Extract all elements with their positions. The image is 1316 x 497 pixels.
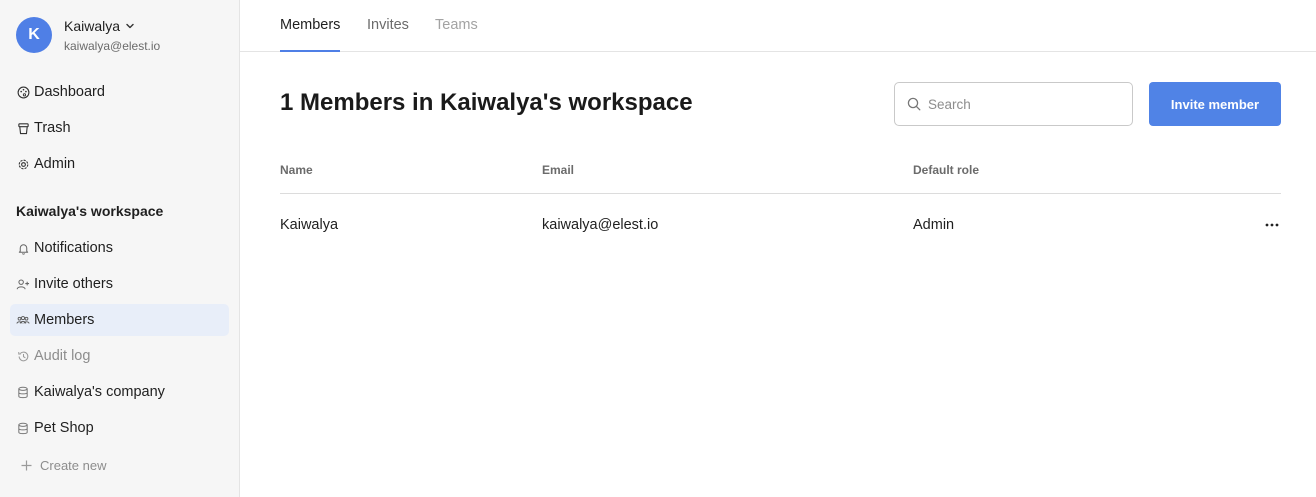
member-email: kaiwalya@elest.io	[542, 217, 659, 233]
tab-members[interactable]: Members	[280, 17, 341, 52]
nav-label: Admin	[34, 156, 76, 172]
more-options-icon[interactable]	[1263, 216, 1281, 234]
member-role: Admin	[913, 217, 955, 233]
profile-email: kaiwalya@elest.io	[64, 39, 161, 53]
chevron-down-icon	[126, 23, 134, 29]
history-icon	[16, 349, 30, 363]
column-header-name: Name	[280, 163, 313, 177]
nav-label: Trash	[34, 120, 71, 136]
nav-notifications[interactable]: Notifications	[10, 232, 229, 264]
profile-menu[interactable]: K Kaiwalya kaiwalya@elest.io	[16, 17, 160, 53]
invite-member-button[interactable]: Invite member	[1149, 82, 1281, 126]
search-icon	[907, 97, 921, 111]
main-content: Members Invites Teams 1 Members in Kaiwa…	[240, 0, 1316, 497]
avatar: K	[16, 17, 52, 53]
nav-label: Invite others	[34, 276, 113, 292]
nav-label: Notifications	[34, 240, 113, 256]
palette-icon	[16, 85, 30, 99]
nav-label: Dashboard	[34, 84, 105, 100]
tab-invites[interactable]: Invites	[367, 17, 409, 52]
nav-invite-others[interactable]: Invite others	[10, 268, 229, 300]
search-input[interactable]	[928, 96, 1118, 112]
trash-icon	[16, 121, 30, 135]
member-name: Kaiwalya	[280, 217, 339, 233]
nav-admin[interactable]: Admin	[10, 148, 229, 180]
nav-members[interactable]: Members	[10, 304, 229, 336]
gear-icon	[16, 157, 30, 171]
tab-bar: Members Invites Teams	[240, 0, 1316, 52]
nav-audit-log[interactable]: Audit log	[10, 340, 229, 372]
create-new-label: Create new	[40, 457, 107, 473]
column-header-email: Email	[542, 163, 575, 177]
nav-dashboard[interactable]: Dashboard	[10, 76, 229, 108]
plus-icon	[19, 458, 33, 472]
table-row: Kaiwalya kaiwalya@elest.io Admin	[280, 194, 1281, 256]
nav-label: Kaiwalya's company	[34, 384, 165, 400]
bell-icon	[16, 241, 30, 255]
create-new-button[interactable]: Create new	[10, 449, 229, 481]
tab-teams[interactable]: Teams	[435, 17, 478, 52]
sidebar: K Kaiwalya kaiwalya@elest.io Dashboard T…	[0, 0, 240, 497]
database-icon	[16, 385, 30, 399]
nav-label: Audit log	[34, 348, 91, 364]
nav-label: Members	[34, 312, 95, 328]
profile-name: Kaiwalya	[64, 18, 121, 34]
nav-label: Pet Shop	[34, 420, 94, 436]
workspace-title: Kaiwalya's workspace	[16, 203, 164, 219]
nav-pet-shop-db[interactable]: Pet Shop	[10, 412, 229, 444]
table-header: Name Email Default role	[280, 160, 1281, 194]
nav-trash[interactable]: Trash	[10, 112, 229, 144]
column-header-role: Default role	[913, 163, 980, 177]
database-icon	[16, 421, 30, 435]
page-title: 1 Members in Kaiwalya's workspace	[280, 89, 693, 116]
search-box[interactable]	[894, 82, 1133, 126]
nav-company-db[interactable]: Kaiwalya's company	[10, 376, 229, 408]
users-icon	[16, 313, 30, 327]
user-plus-icon	[16, 277, 30, 291]
